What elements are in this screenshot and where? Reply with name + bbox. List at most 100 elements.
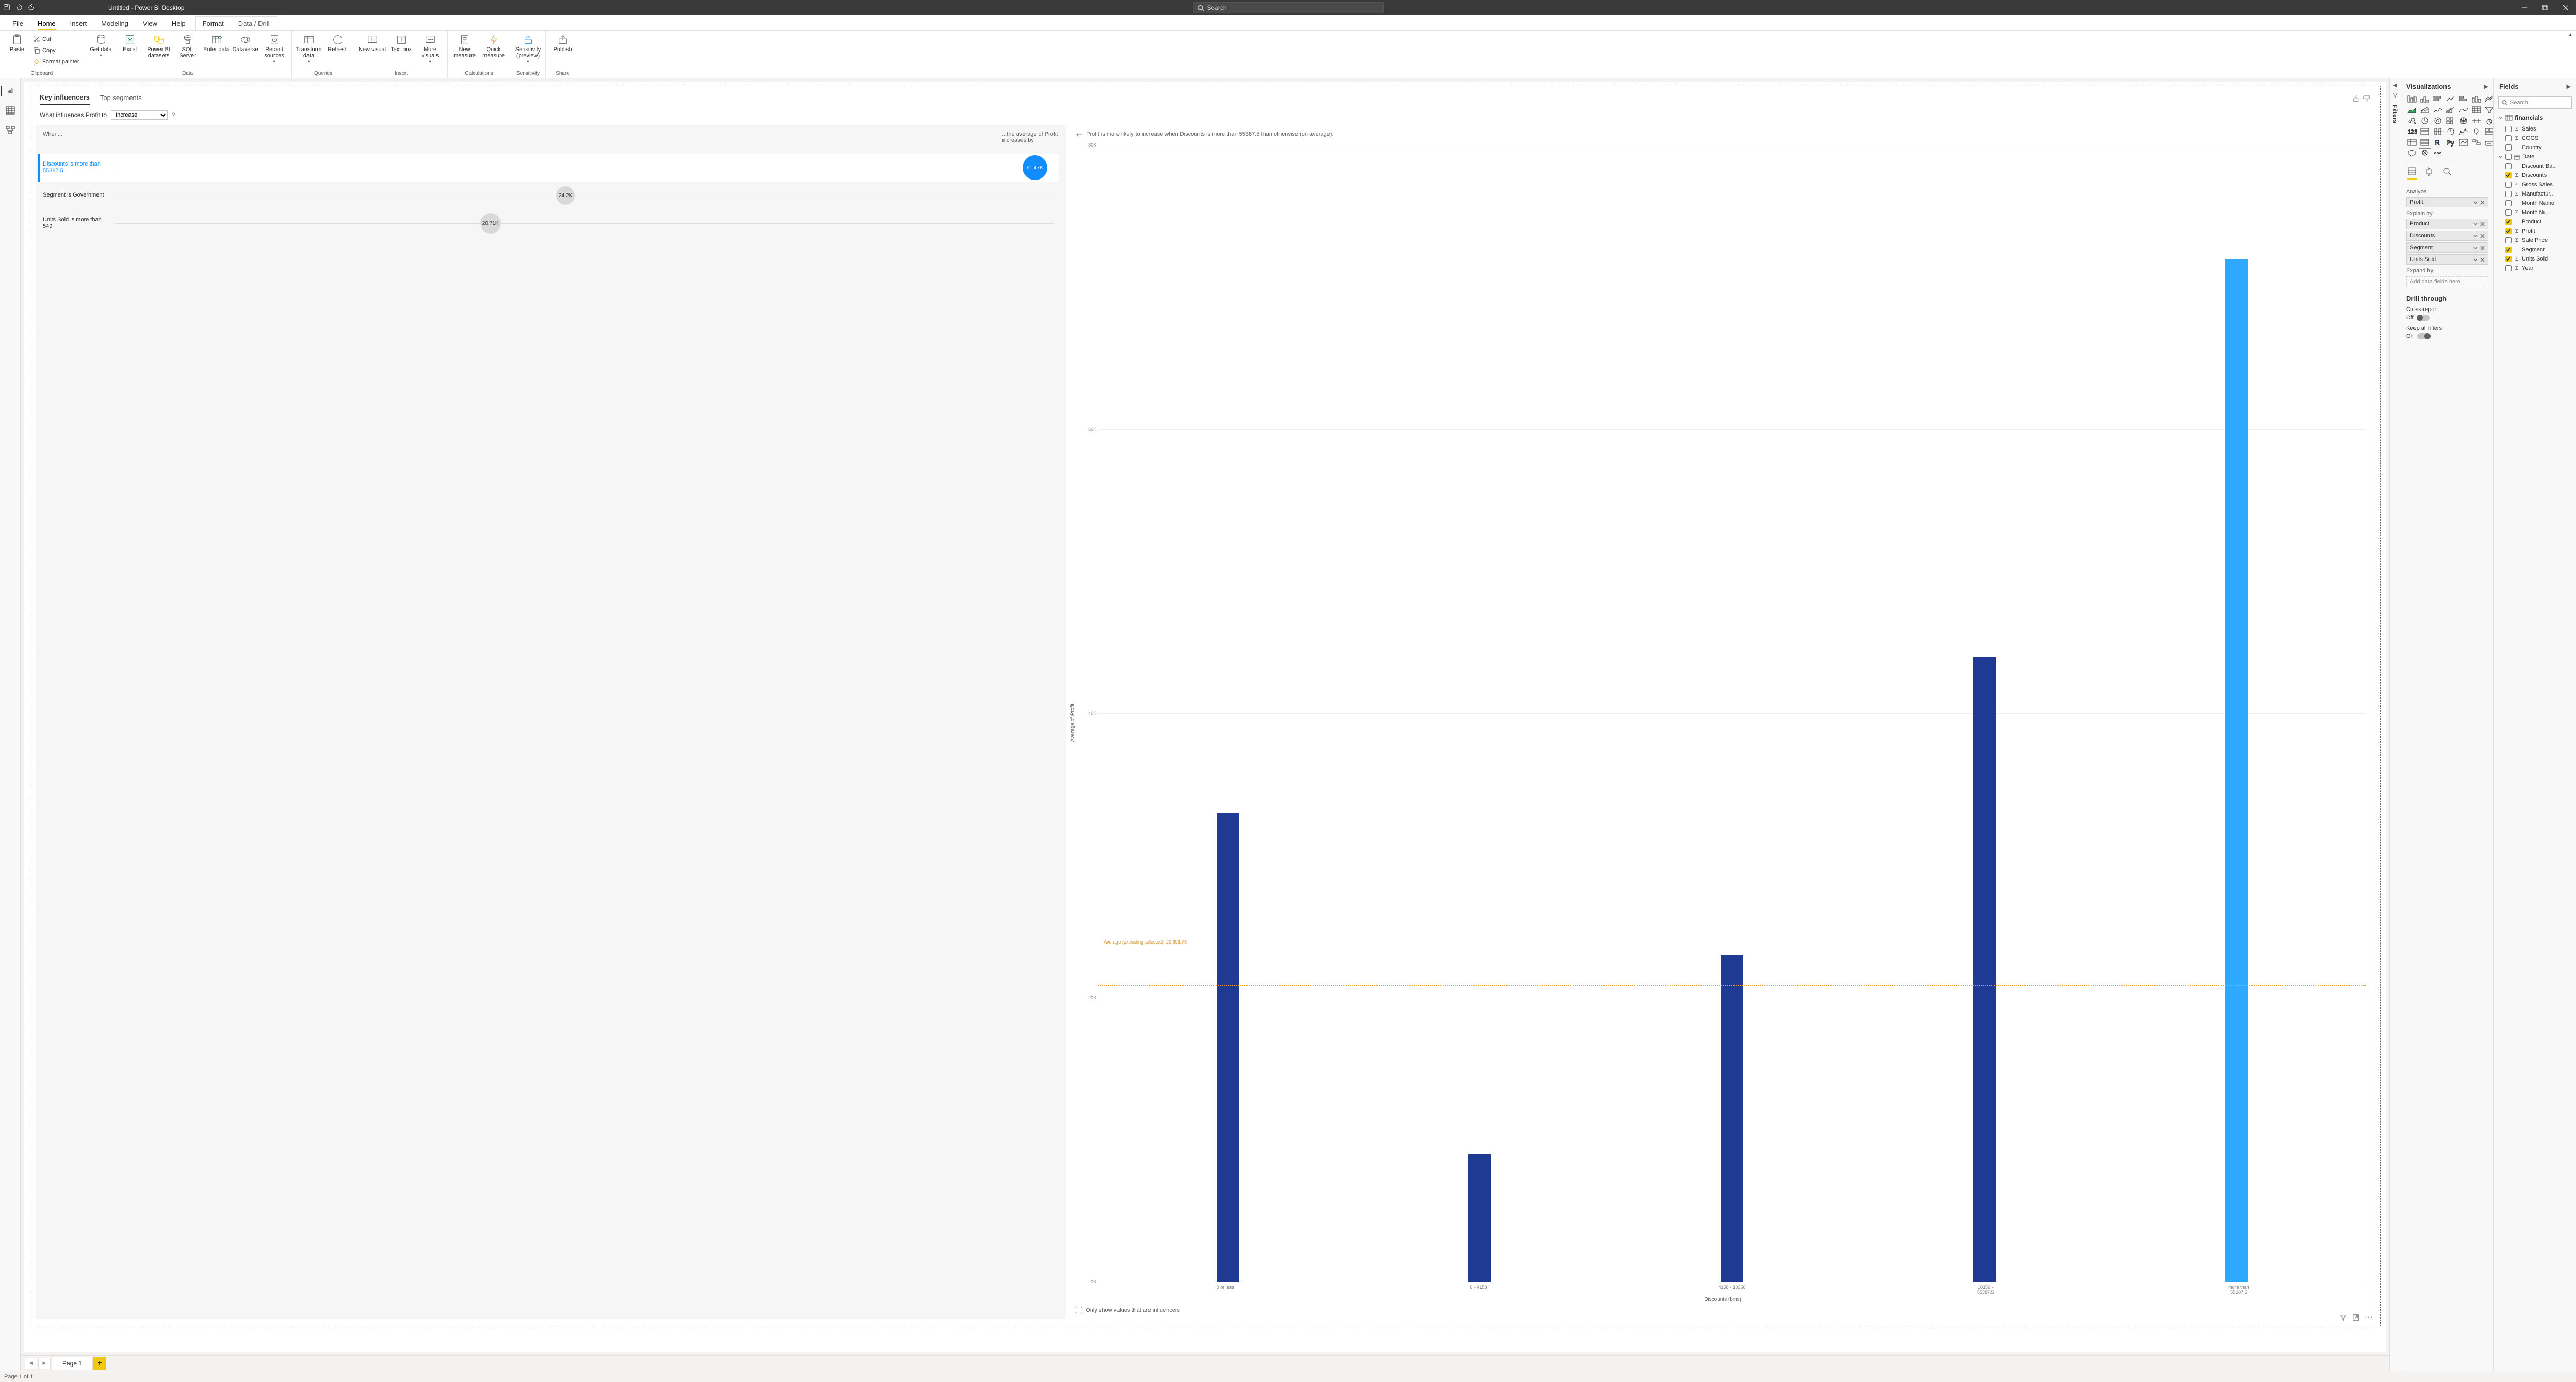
viz-type-icon[interactable] [2406,94,2418,104]
copy-button[interactable]: Copy [32,45,80,56]
viz-type-icon[interactable] [2419,105,2431,115]
viz-type-icon[interactable] [2458,138,2469,147]
viz-type-icon[interactable] [2484,105,2493,115]
field-checkbox[interactable] [2505,135,2512,141]
viz-type-icon[interactable] [2419,127,2431,136]
tab-data-drill[interactable]: Data / Drill [231,17,277,30]
field-item[interactable]: ΣMonth Nu.. [2494,208,2576,217]
close-button[interactable] [2555,0,2576,15]
get-data-button[interactable]: Get data▾ [87,32,115,58]
tab-view[interactable]: View [136,17,165,30]
field-item[interactable]: ΣDiscounts [2494,171,2576,180]
field-item[interactable]: ΣManufactur.. [2494,189,2576,199]
key-influencers-visual[interactable]: Key influencers Top segments What influe… [29,86,2381,1326]
maximize-button[interactable] [2535,0,2555,15]
tab-modeling[interactable]: Modeling [94,17,136,30]
chevron-right-icon[interactable]: ▶ [2567,83,2571,90]
field-checkbox[interactable] [2505,163,2512,169]
redo-icon[interactable] [28,4,35,12]
viz-type-icon[interactable] [2445,105,2456,115]
field-checkbox[interactable] [2505,228,2512,234]
viz-type-icon[interactable] [2471,127,2482,136]
chart-bar[interactable] [1468,1154,1491,1282]
viz-type-icon[interactable] [2458,105,2469,115]
keep-filters-toggle[interactable] [2417,333,2431,339]
tab-home[interactable]: Home [30,17,63,30]
viz-type-icon[interactable] [2471,94,2482,104]
viz-type-icon[interactable] [2419,116,2431,125]
help-icon[interactable]: ? [172,111,175,119]
viz-type-icon[interactable] [2484,138,2493,147]
table-header[interactable]: financials [2494,111,2576,124]
viz-type-icon[interactable] [2406,105,2418,115]
explain-field[interactable]: Units Sold [2406,254,2488,265]
explain-field[interactable]: Segment [2406,242,2488,253]
page-tab[interactable]: Page 1 [52,1357,93,1370]
page-next-button[interactable]: ▶ [38,1358,51,1369]
save-icon[interactable] [3,4,10,12]
viz-type-icon[interactable] [2432,94,2443,104]
influencer-row[interactable]: Units Sold is more than 54920.71K [43,209,1059,237]
viz-type-icon[interactable] [2432,105,2443,115]
tab-file[interactable]: File [5,17,30,30]
explain-field[interactable]: Discounts [2406,231,2488,241]
enter-data-button[interactable]: Enter data [203,32,231,53]
field-checkbox[interactable] [2505,144,2512,151]
only-influencers-checkbox[interactable] [1076,1307,1082,1313]
focus-icon[interactable] [2352,1314,2359,1323]
viz-type-icon[interactable] [2445,127,2456,136]
explain-field[interactable]: Product [2406,219,2488,229]
viz-type-icon[interactable] [2445,94,2456,104]
thumbs-down-icon[interactable] [2363,95,2370,104]
field-checkbox[interactable] [2505,126,2512,132]
field-item[interactable]: ΣGross Sales [2494,180,2576,189]
sql-server-button[interactable]: SQL Server [174,32,202,59]
global-search[interactable]: Search [1193,2,1384,13]
filter-icon[interactable] [2340,1314,2347,1323]
field-item[interactable]: ΣSale Price [2494,236,2576,245]
paste-button[interactable]: Paste [3,32,31,53]
cross-report-toggle[interactable] [2417,315,2430,321]
field-item[interactable]: Segment [2494,245,2576,254]
tab-help[interactable]: Help [165,17,193,30]
sensitivity-button[interactable]: Sensitivity (preview)▾ [514,32,542,64]
tab-insert[interactable]: Insert [63,17,94,30]
refresh-button[interactable]: Refresh [324,32,352,53]
field-checkbox[interactable] [2505,172,2512,178]
field-checkbox[interactable] [2505,265,2512,271]
viz-type-icon[interactable] [2458,94,2469,104]
data-view-button[interactable] [4,105,17,116]
viz-type-icon[interactable] [2432,127,2443,136]
page-prev-button[interactable]: ◀ [25,1358,37,1369]
tab-key-influencers[interactable]: Key influencers [40,93,90,105]
viz-type-icon[interactable] [2471,105,2482,115]
format-painter-button[interactable]: Format painter [32,57,80,67]
field-item[interactable]: Discount Ba.. [2494,161,2576,171]
field-checkbox[interactable] [2505,209,2512,216]
chevron-right-icon[interactable]: ▶ [2484,83,2488,90]
report-canvas[interactable]: Key influencers Top segments What influe… [24,82,2386,1352]
field-checkbox[interactable] [2505,256,2512,262]
viz-type-icon[interactable] [2432,149,2443,158]
analytics-well-tab[interactable] [2442,167,2452,180]
undo-icon[interactable] [15,4,23,12]
tab-top-segments[interactable]: Top segments [100,94,142,105]
viz-type-icon[interactable] [2458,116,2469,125]
fields-well-tab[interactable] [2407,167,2417,180]
more-icon[interactable]: ··· [2364,1314,2373,1323]
viz-type-icon[interactable] [2419,149,2431,158]
add-page-button[interactable]: + [93,1357,106,1370]
field-item[interactable]: Country [2494,143,2576,152]
expand-dropzone[interactable]: Add data fields here [2406,276,2488,287]
chart-bar[interactable] [1721,955,1743,1282]
viz-type-icon[interactable] [2471,116,2482,125]
pbi-datasets-button[interactable]: Power BI datasets [145,32,173,59]
thumbs-up-icon[interactable] [2353,95,2360,104]
excel-button[interactable]: Excel [116,32,144,53]
fields-search[interactable]: Search [2498,96,2572,109]
viz-type-icon[interactable] [2471,138,2482,147]
viz-type-icon[interactable] [2406,116,2418,125]
viz-type-icon[interactable]: Py [2445,138,2456,147]
viz-type-icon[interactable] [2406,149,2418,158]
filters-pane-collapsed[interactable]: ◀ Filters [2389,78,2401,1371]
